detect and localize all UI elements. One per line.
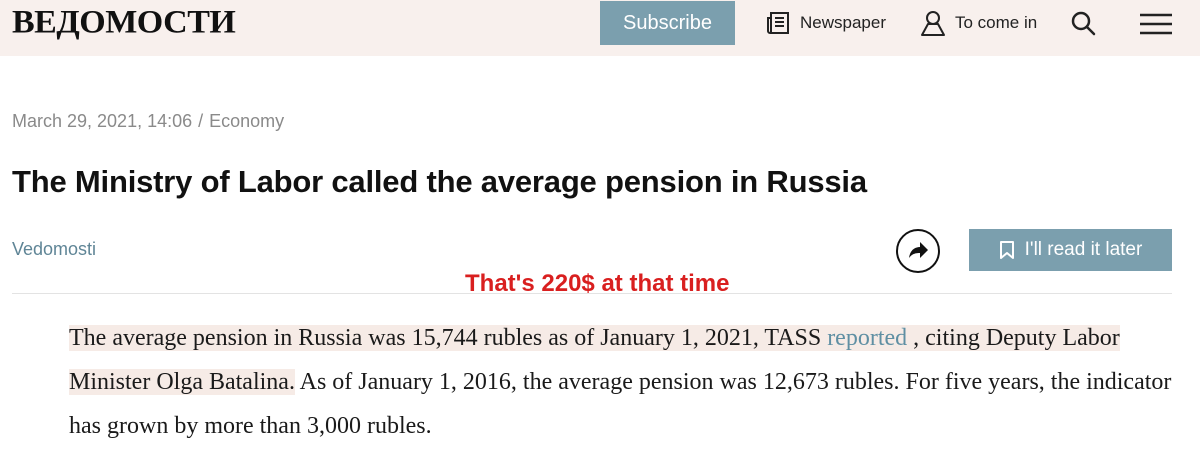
newspaper-link[interactable]: Newspaper [766, 8, 886, 38]
menu-icon[interactable] [1140, 12, 1172, 36]
article-date: March 29, 2021, 14:06 [12, 111, 193, 131]
share-button[interactable] [896, 229, 940, 273]
article-meta: March 29, 2021, 14:06 / Economy [12, 111, 284, 132]
divider [12, 293, 1172, 294]
share-icon [909, 242, 928, 258]
search-icon[interactable] [1070, 10, 1096, 36]
read-later-button[interactable]: I'll read it later [969, 229, 1172, 271]
reported-link[interactable]: reported [827, 325, 907, 351]
login-link[interactable]: To come in [919, 8, 1037, 38]
site-header: ВЕДОМОСТИ Subscribe Newspaper To come in [0, 0, 1200, 56]
login-label: To come in [955, 13, 1038, 32]
site-logo[interactable]: ВЕДОМОСТИ [12, 6, 236, 39]
article-body: The average pension in Russia was 15,744… [69, 316, 1179, 448]
body-part-1: The average pension in Russia was 15,744… [69, 325, 828, 351]
article-category[interactable]: Economy [209, 111, 284, 132]
meta-separator: / [198, 111, 204, 131]
bookmark-icon [999, 241, 1014, 259]
newspaper-label: Newspaper [800, 13, 886, 32]
subscribe-button[interactable]: Subscribe [600, 1, 735, 45]
read-later-label: I'll read it later [1024, 239, 1143, 260]
article-title: The Ministry of Labor called the average… [12, 164, 867, 199]
article-source[interactable]: Vedomosti [12, 239, 96, 260]
user-icon [921, 11, 945, 36]
newspaper-icon [767, 12, 789, 34]
